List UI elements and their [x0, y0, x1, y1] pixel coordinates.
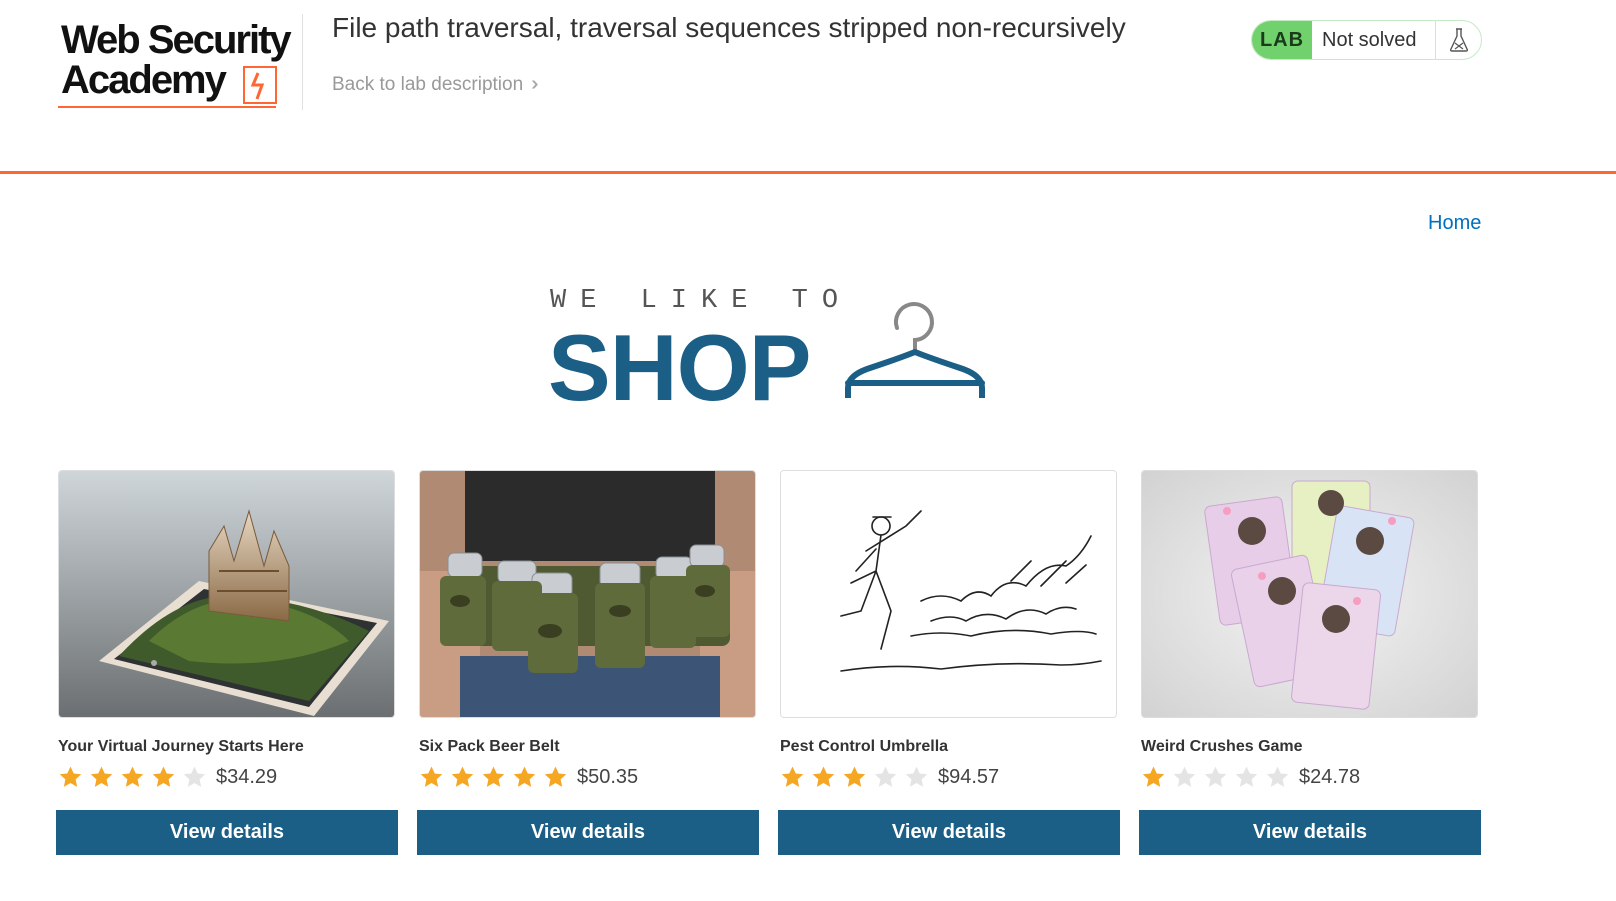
star-empty-icon [1235, 766, 1258, 787]
star-filled-icon [843, 766, 866, 787]
back-to-lab-description-link[interactable]: Back to lab description ›› [332, 73, 540, 96]
product-card: Weird Crushes Game $24.78 View details [1139, 470, 1481, 855]
phone-castle-image [58, 470, 395, 718]
star-filled-icon [420, 766, 443, 787]
star-empty-icon [905, 766, 928, 787]
lab-title: File path traversal, traversal sequences… [332, 12, 1126, 43]
star-empty-icon [874, 766, 897, 787]
view-details-button[interactable]: View details [778, 810, 1120, 855]
star-filled-icon [451, 766, 474, 787]
lab-badge: LAB [1252, 21, 1312, 59]
crushes-cards-image [1141, 470, 1478, 718]
product-rating: $24.78 [1141, 762, 1360, 792]
product-card: Six Pack Beer Belt $50.35 View details [417, 470, 759, 855]
umbrella-sketch-image [780, 470, 1117, 718]
product-name: Your Virtual Journey Starts Here [58, 738, 304, 755]
beer-belt-image [419, 470, 756, 718]
star-filled-icon [121, 766, 144, 787]
product-price: $94.57 [938, 765, 1000, 788]
lab-header: Web Security Academy File path traversal… [0, 0, 1616, 174]
product-name: Weird Crushes Game [1141, 738, 1303, 755]
star-filled-icon [59, 766, 82, 787]
star-filled-icon [781, 766, 804, 787]
product-card: Your Virtual Journey Starts Here $34.29 … [56, 470, 398, 855]
logo-bolt-icon [243, 66, 277, 104]
star-rating [1141, 765, 1290, 790]
star-filled-icon [1142, 766, 1165, 787]
product-rating: $34.29 [58, 762, 277, 792]
banner-title: SHOP [548, 315, 811, 420]
star-rating [780, 765, 929, 790]
product-card: Pest Control Umbrella $94.57 View detail… [778, 470, 1120, 855]
star-rating [419, 765, 568, 790]
product-price: $34.29 [216, 765, 278, 788]
home-link[interactable]: Home [1428, 212, 1481, 235]
star-filled-icon [90, 766, 113, 787]
double-chevron-right-icon: ›› [531, 73, 540, 95]
logo-underline [58, 106, 276, 108]
star-rating [58, 765, 207, 790]
star-empty-icon [183, 766, 206, 787]
product-price: $24.78 [1299, 765, 1361, 788]
back-link-label: Back to lab description [332, 73, 524, 95]
product-name: Six Pack Beer Belt [419, 738, 560, 755]
star-filled-icon [513, 766, 536, 787]
view-details-button[interactable]: View details [56, 810, 398, 855]
view-details-button[interactable]: View details [1139, 810, 1481, 855]
star-filled-icon [812, 766, 835, 787]
view-details-button[interactable]: View details [417, 810, 759, 855]
star-empty-icon [1204, 766, 1227, 787]
product-price: $50.35 [577, 765, 639, 788]
lab-status-text: Not solved [1322, 28, 1417, 51]
logo-text-line2: Academy [61, 58, 227, 102]
logo-text-line1: Web Security [61, 18, 292, 62]
flask-icon [1435, 21, 1481, 59]
star-filled-icon [544, 766, 567, 787]
star-filled-icon [482, 766, 505, 787]
banner-tagline: WE LIKE TO [550, 286, 853, 316]
product-rating: $50.35 [419, 762, 638, 792]
web-security-academy-logo[interactable]: Web Security Academy [58, 14, 303, 110]
product-name: Pest Control Umbrella [780, 738, 949, 755]
star-filled-icon [152, 766, 175, 787]
product-rating: $94.57 [780, 762, 999, 792]
shop-banner: WE LIKE TO SHOP [548, 284, 988, 420]
star-empty-icon [1266, 766, 1289, 787]
star-empty-icon [1173, 766, 1196, 787]
clothes-hanger-icon [845, 302, 985, 398]
lab-status-widget: LAB Not solved [1251, 20, 1482, 60]
